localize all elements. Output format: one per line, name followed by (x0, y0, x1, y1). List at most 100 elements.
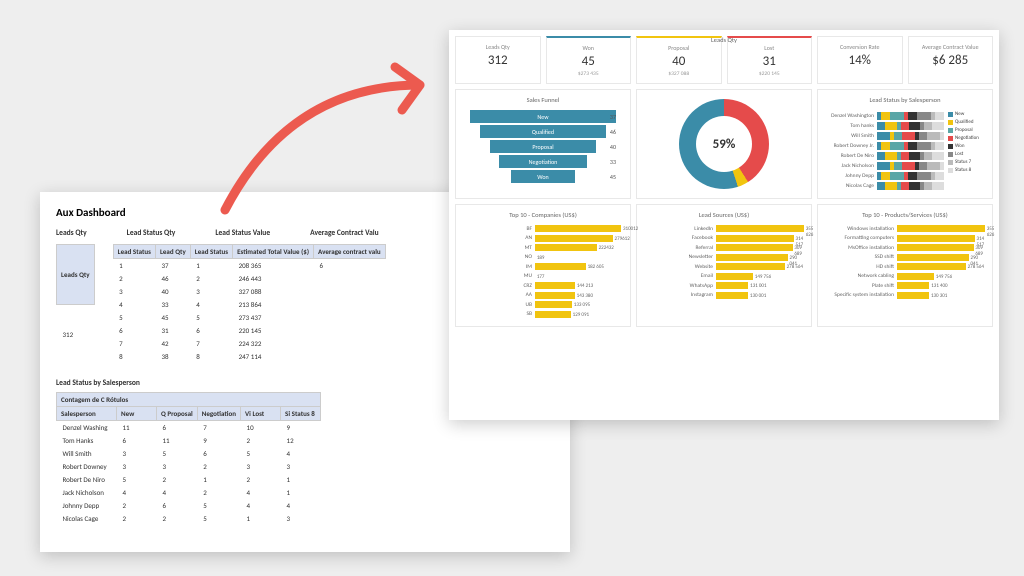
hbar-row: Facebook 314 517 (643, 235, 805, 242)
hbar-value: 129 091 (573, 312, 589, 318)
stacked-row: Johnny Depp (824, 172, 944, 180)
td: 2 (197, 486, 240, 499)
hbar-value: 189 (537, 255, 545, 261)
seg (890, 172, 903, 180)
hbar-value: 355 626 (987, 226, 995, 238)
hbar (535, 301, 572, 308)
swatch (948, 128, 953, 133)
hbar-row: WhatsApp 131 001 (643, 282, 805, 289)
funnel-value: 45 (610, 173, 616, 181)
td: 6 (157, 499, 198, 512)
hbar-row: NO 189 (462, 254, 624, 261)
seg (902, 162, 915, 170)
hbar-label: LinkedIn (643, 226, 713, 232)
kpi-title: Proposal (641, 44, 717, 52)
th[interactable]: Estimated Total Value ($) (233, 245, 314, 259)
hbar-label: MU (462, 273, 532, 279)
legend-item: Qualified (948, 118, 986, 126)
kpi-value: 14% (822, 53, 898, 68)
seg (927, 162, 940, 170)
th[interactable]: Salesperson (57, 407, 117, 421)
funnel-chart: New 37 Qualified 46 Proposal 40 Negotiat… (462, 110, 624, 183)
td: 2 (241, 473, 281, 486)
seg (924, 122, 932, 130)
td: 3 (157, 460, 198, 473)
th[interactable]: Lead Status (113, 245, 155, 259)
seg (890, 112, 903, 120)
td: 1 (190, 259, 232, 273)
th[interactable]: Average contract valu (314, 245, 386, 259)
th[interactable]: Q Proposal (157, 407, 198, 421)
hbar-label: UB (462, 302, 532, 308)
td (314, 311, 386, 324)
th[interactable]: Lead Status (190, 245, 232, 259)
td: 12 (281, 434, 321, 447)
person-label: Denzel Washington (824, 113, 874, 119)
th[interactable]: Leads Qty (57, 245, 95, 305)
td: 5 (197, 499, 240, 512)
seg (909, 122, 921, 130)
th[interactable]: Negotiation (197, 407, 240, 421)
th[interactable]: New (117, 407, 157, 421)
td: 8 (113, 350, 155, 363)
swatch (948, 136, 953, 141)
seg (935, 112, 944, 120)
hbar-row: Windows installation 355 626 (824, 225, 986, 232)
td: 4 (117, 486, 157, 499)
seg (885, 182, 897, 190)
th[interactable]: Lead Qty (155, 245, 190, 259)
hbar-row: MT 222432 (462, 244, 624, 251)
th[interactable]: Contagem de C Rótulos (57, 393, 321, 407)
hbar-row: MsOffice installation 309 689 (824, 244, 986, 251)
th[interactable]: Vi Lost (241, 407, 281, 421)
hbar-value: 279612 (615, 236, 630, 242)
hbar (716, 254, 788, 261)
td (314, 337, 386, 350)
td: Nicolas Cage (57, 512, 117, 525)
td: 7 (190, 337, 232, 350)
person-label: Robert Downey Jr. (824, 143, 874, 149)
legend-item: Negotiation (948, 134, 986, 142)
hdr-avg-contract: Average Contract Valu (310, 229, 379, 238)
companies-chart: BF 310012 AN 279612 MT 222432 NO 189 IM … (462, 225, 624, 318)
hbar (716, 225, 804, 232)
hbar (897, 263, 966, 270)
td: 3 (117, 460, 157, 473)
hbar-label: AA (462, 292, 532, 298)
th[interactable]: Si Status 8 (281, 407, 321, 421)
card-title: Leads Qty (449, 36, 999, 44)
seg (908, 172, 917, 180)
funnel-bar: New 37 (462, 110, 624, 123)
hbar-value: 310012 (623, 226, 638, 232)
td: 1 (197, 473, 240, 486)
hbar-row: AA 143 380 (462, 292, 624, 299)
hbar-value: 143 380 (577, 293, 593, 299)
donut-value: 59% (713, 137, 736, 152)
person-label: Nicolas Cage (824, 183, 874, 189)
seg (919, 132, 927, 140)
funnel-value: 46 (610, 128, 616, 136)
td: 3 (241, 460, 281, 473)
hbar-value: 355 626 (806, 226, 814, 238)
td: 37 (155, 259, 190, 273)
td (314, 272, 386, 285)
seg (881, 112, 890, 120)
stacked-row: Nicolas Cage (824, 182, 944, 190)
td: 9 (281, 421, 321, 435)
funnel-seg: New (470, 110, 616, 123)
hbar-row: Website 278 564 (643, 263, 805, 270)
td: 4 (241, 499, 281, 512)
stacked-row: Will Smith (824, 132, 944, 140)
hbar-label: CRZ (462, 283, 532, 289)
hbar (535, 292, 575, 299)
td: 42 (155, 337, 190, 350)
td: 312 (57, 305, 95, 363)
td: 2 (113, 272, 155, 285)
kpi-title: Won (551, 44, 627, 52)
legend-item: Status 7 (948, 158, 986, 166)
td: 1 (281, 486, 321, 499)
seg (877, 152, 885, 160)
hbar-value: 278 564 (968, 264, 984, 270)
seg (894, 132, 902, 140)
seg (935, 142, 944, 150)
